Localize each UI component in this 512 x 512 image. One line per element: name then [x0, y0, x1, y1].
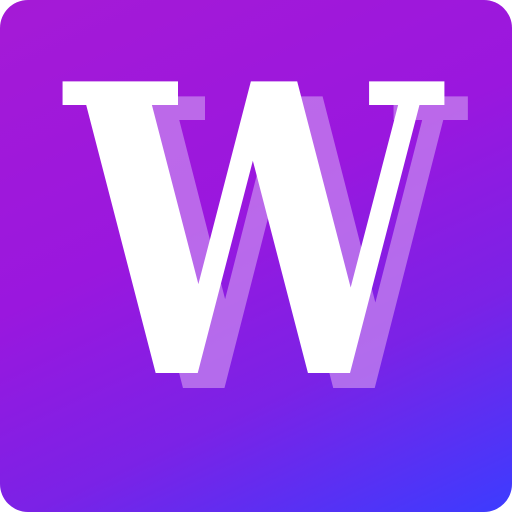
logo-letter: W — [60, 0, 446, 468]
logo-mark: W W — [60, 0, 470, 483]
app-icon[interactable]: W W — [0, 0, 512, 512]
